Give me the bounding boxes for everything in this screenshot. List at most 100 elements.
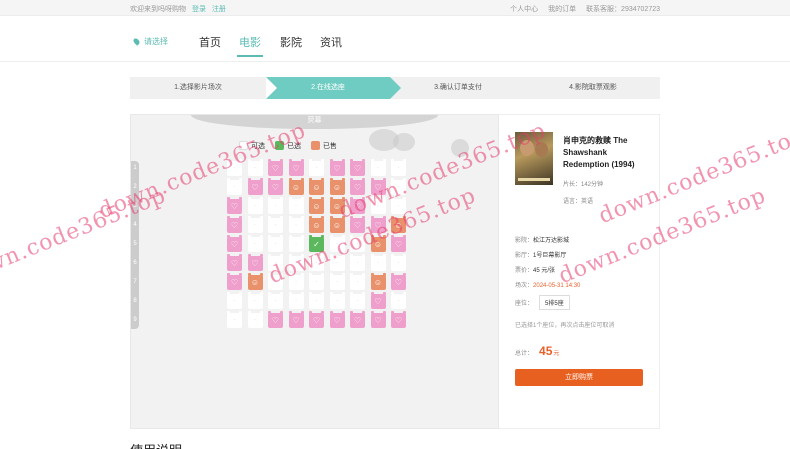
step-confirm-pay: 3.确认订单支付 (390, 77, 526, 99)
seat-couple[interactable]: ♡ (268, 178, 283, 195)
location-selector[interactable]: 请选择 (132, 36, 168, 47)
seat-available[interactable]: · (288, 197, 304, 214)
seat-available[interactable]: · (247, 235, 263, 252)
seat-couple[interactable]: ♡ (268, 159, 283, 176)
nav-item-cinemas[interactable]: 影院 (280, 34, 302, 50)
seat-couple[interactable]: ♡ (227, 235, 242, 252)
seat-couple[interactable]: ♡ (227, 197, 242, 214)
nav-item-home[interactable]: 首页 (199, 34, 221, 50)
seat-couple[interactable]: ♡ (350, 311, 365, 328)
person-icon: ☺ (312, 202, 321, 211)
seat-available[interactable]: · (370, 159, 386, 176)
person-icon: ☺ (332, 183, 342, 192)
seat-couple[interactable]: ♡ (268, 311, 283, 328)
seat-couple[interactable]: ♡ (329, 159, 345, 176)
seat-available[interactable]: · (247, 311, 263, 328)
user-center-link[interactable]: 个人中心 (510, 6, 538, 13)
seat-available[interactable]: · (329, 292, 345, 309)
seat-number-icon: · (377, 165, 379, 171)
seat-available[interactable]: · (268, 216, 283, 233)
heart-icon: ♡ (230, 221, 239, 230)
seat-couple[interactable]: ♡ (329, 311, 345, 328)
seat-couple[interactable]: ♡ (227, 216, 242, 233)
seat-row: 座位： 5排5座 (515, 295, 570, 310)
row-number: 6 (133, 260, 137, 266)
login-link[interactable]: 登录 (192, 6, 206, 13)
register-link[interactable]: 注册 (212, 6, 226, 13)
seat-available[interactable]: · (268, 292, 283, 309)
person-icon: ☺ (373, 278, 383, 287)
seat-available[interactable]: · (350, 292, 365, 309)
seat-sold: ☺ (370, 273, 386, 290)
seat-number-icon: · (233, 184, 236, 190)
selected-seat-tag[interactable]: 5排5座 (539, 295, 570, 310)
seat-available[interactable]: · (288, 235, 304, 252)
location-pin-icon (132, 37, 141, 46)
heart-icon: ♡ (251, 183, 259, 192)
seat-number-icon: · (295, 298, 297, 304)
seat-couple[interactable]: ♡ (288, 311, 304, 328)
seat-available[interactable]: · (247, 197, 263, 214)
step-notch (266, 77, 277, 99)
seat-couple[interactable]: ♡ (247, 254, 263, 271)
seat-available[interactable]: · (309, 292, 324, 309)
heart-icon: ♡ (292, 316, 300, 325)
seat-available[interactable]: · (247, 216, 263, 233)
seat-available[interactable]: · (329, 273, 345, 290)
seat-available[interactable]: · (227, 311, 242, 328)
seat-available[interactable]: · (247, 292, 263, 309)
seat-couple[interactable]: ♡ (391, 273, 406, 290)
heart-icon: ♡ (394, 278, 403, 287)
seat-available[interactable]: · (227, 178, 242, 195)
progress-steps: 1.选择影片场次 2.在线选座 3.确认订单支付 4.影院取票观影 (130, 77, 660, 99)
total-amount: 45 (539, 344, 553, 358)
seat-available[interactable]: · (227, 292, 242, 309)
seat-available[interactable]: · (268, 235, 283, 252)
step-choose-seat: 2.在线选座 (266, 77, 401, 99)
seat-available[interactable]: · (350, 273, 365, 290)
seat-couple[interactable]: ♡ (370, 311, 386, 328)
seat-label: 座位： (515, 301, 534, 307)
seat-available[interactable]: · (309, 159, 324, 176)
seat-available[interactable]: · (370, 254, 386, 271)
seat-available[interactable]: · (391, 254, 406, 271)
heart-icon: ♡ (333, 316, 341, 325)
row-number: 4 (133, 222, 137, 228)
seat-number-icon: · (356, 298, 359, 304)
poster-title-strip (518, 178, 550, 181)
nav-item-news[interactable]: 资讯 (320, 34, 342, 50)
top-bar: 欢迎来到吗呀购物 登录 注册 个人中心 我的订单 联系客服：2934702723 (0, 0, 790, 16)
nav-item-movies[interactable]: 电影 (237, 34, 263, 57)
seat-available[interactable]: · (309, 273, 324, 290)
showtime-label: 场次： (515, 283, 534, 289)
seat-couple[interactable]: ♡ (391, 311, 406, 328)
total-label: 总计： (515, 351, 534, 357)
seat-available[interactable]: · (288, 216, 304, 233)
my-orders-link[interactable]: 我的订单 (548, 6, 576, 13)
seat-couple[interactable]: ♡ (227, 273, 242, 290)
buy-now-button[interactable]: 立即购票 (515, 369, 643, 386)
seat-available[interactable]: · (391, 292, 406, 309)
seat-couple[interactable]: ♡ (370, 292, 386, 309)
seat-available[interactable]: · (268, 197, 283, 214)
seat-couple[interactable]: ♡ (247, 178, 263, 195)
seat-sold: ☺ (288, 178, 304, 195)
heart-icon: ♡ (230, 259, 239, 268)
seat-number-icon: · (233, 317, 236, 323)
heart-icon: ♡ (353, 164, 362, 173)
heart-icon: ♡ (271, 164, 280, 173)
seat-number-icon: · (336, 279, 338, 285)
price-row: 票价：45 元/张 (515, 265, 555, 274)
seat-couple[interactable]: ♡ (288, 159, 304, 176)
seat-number-icon: · (233, 298, 236, 304)
seat-couple[interactable]: ♡ (309, 311, 324, 328)
step-arrow (390, 77, 401, 99)
seat-couple[interactable]: ♡ (227, 254, 242, 271)
seat-couple[interactable]: ♡ (350, 159, 365, 176)
seat-number-icon: · (295, 222, 297, 228)
seat-available[interactable]: · (350, 254, 365, 271)
seat-number-icon: · (274, 203, 277, 209)
movie-title: 肖申克的救赎 The Shawshank Redemption (1994) (563, 136, 635, 169)
seat-available[interactable]: · (288, 292, 304, 309)
seat-number-icon: · (274, 222, 277, 228)
